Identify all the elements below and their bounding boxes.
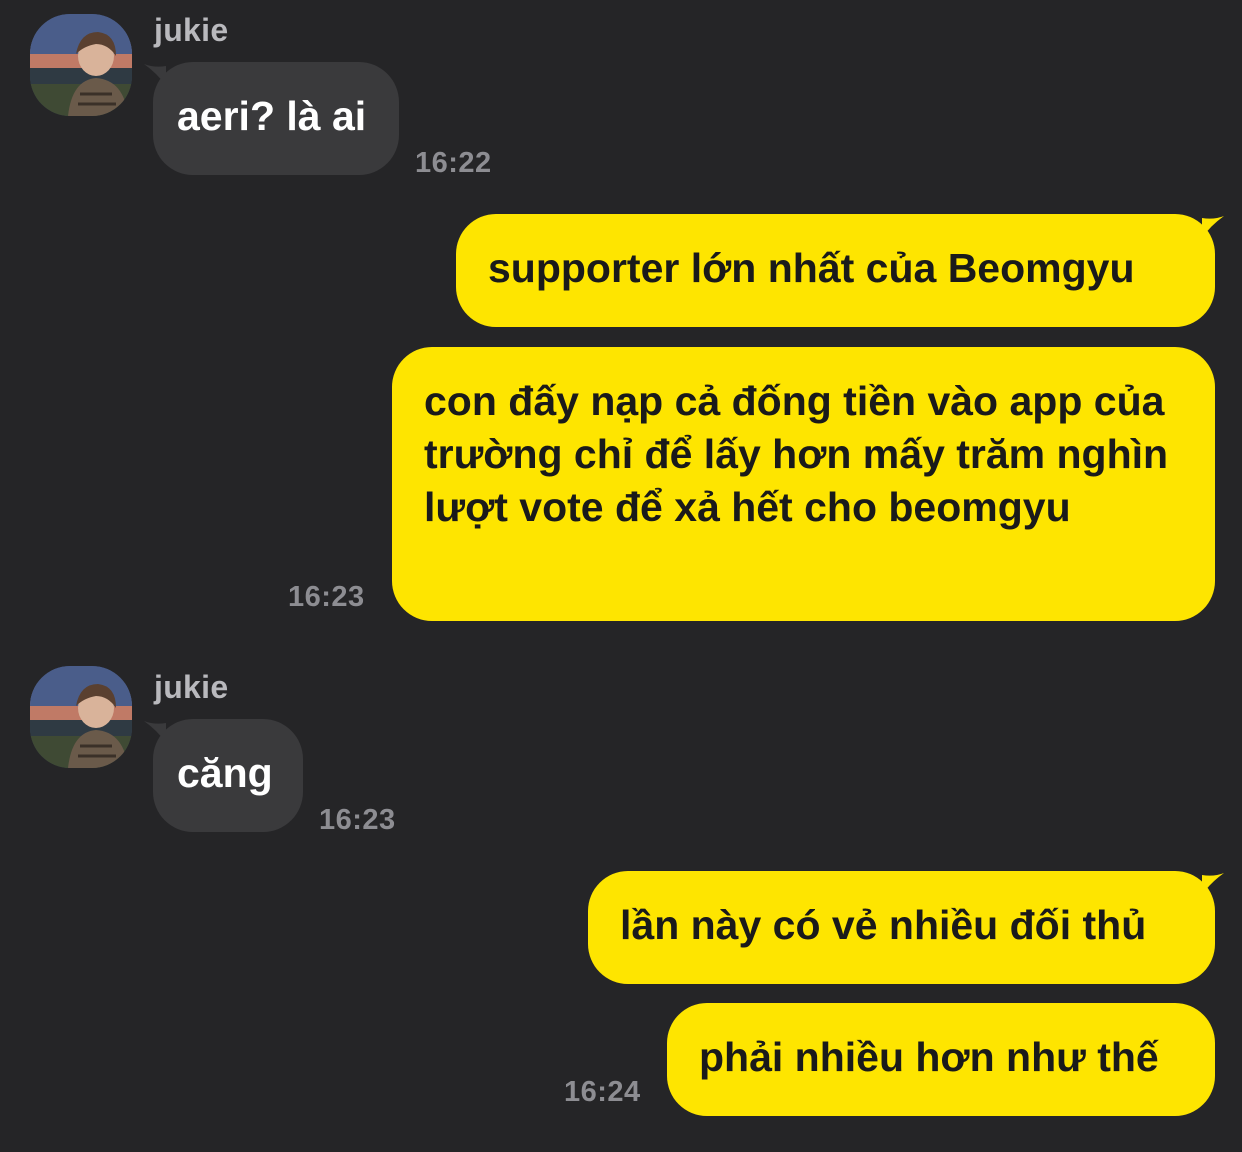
message-text: con đấy nạp cả đống tiền vào app của trư…: [424, 378, 1169, 530]
message-timestamp: 16:23: [319, 804, 396, 836]
sender-name: jukie: [154, 12, 229, 48]
message-timestamp: 16:22: [415, 147, 492, 179]
message-text: aeri? là ai: [177, 93, 367, 139]
outgoing-message-bubble[interactable]: phải nhiều hơn như thế: [667, 1003, 1215, 1116]
sender-name: jukie: [154, 669, 229, 705]
incoming-message-bubble[interactable]: căng: [153, 719, 303, 832]
incoming-message-bubble[interactable]: aeri? là ai: [153, 62, 399, 175]
outgoing-message-bubble[interactable]: lần này có vẻ nhiều đối thủ: [588, 871, 1215, 984]
message-text: căng: [177, 750, 273, 796]
message-timestamp: 16:24: [564, 1076, 641, 1108]
message-text: supporter lớn nhất của Beomgyu: [488, 245, 1135, 291]
message-text: phải nhiều hơn như thế: [699, 1034, 1159, 1080]
outgoing-message-bubble[interactable]: con đấy nạp cả đống tiền vào app của trư…: [392, 347, 1215, 621]
message-text: lần này có vẻ nhiều đối thủ: [620, 902, 1147, 948]
avatar[interactable]: [30, 14, 132, 116]
message-timestamp: 16:23: [288, 581, 365, 613]
avatar[interactable]: [30, 666, 132, 768]
outgoing-message-bubble[interactable]: supporter lớn nhất của Beomgyu: [456, 214, 1215, 327]
